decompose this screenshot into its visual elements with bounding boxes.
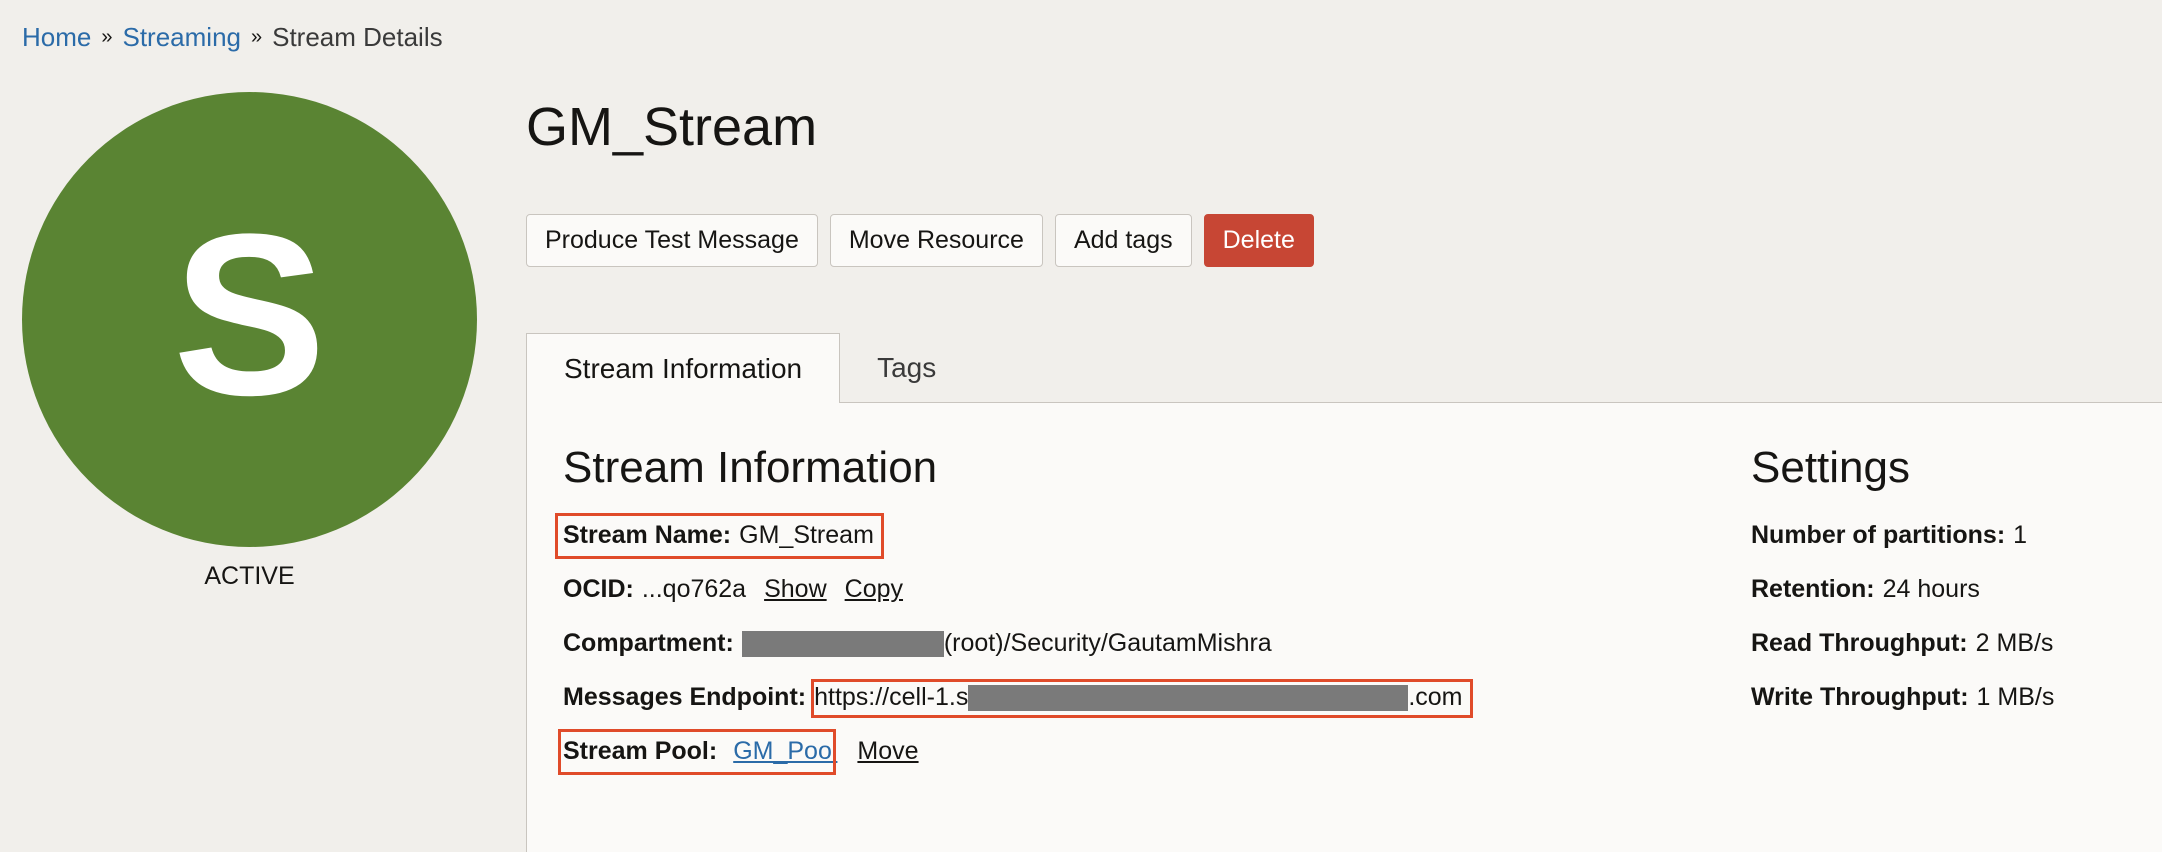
partitions-value: 1 (2013, 521, 2028, 549)
compartment-value: (root)/Security/GautamMishra (943, 629, 1272, 657)
partitions-label: Number of partitions: (1751, 521, 2006, 549)
move-resource-button[interactable]: Move Resource (829, 214, 1043, 267)
tab-tags[interactable]: Tags (840, 333, 973, 403)
tab-stream-information[interactable]: Stream Information (526, 333, 841, 404)
breadcrumb-separator: » (250, 26, 263, 48)
page-title: GM_Stream (526, 97, 818, 157)
compartment-row: Compartment: (root)/Security/GautamMishr… (563, 629, 1272, 658)
breadcrumb: Home » Streaming » Stream Details (22, 22, 443, 53)
write-throughput-value: 1 MB/s (1976, 683, 2055, 711)
retention-value: 24 hours (1882, 575, 1980, 603)
stream-information-heading: Stream Information (563, 443, 938, 492)
ocid-copy-link[interactable]: Copy (845, 575, 903, 604)
produce-test-message-button[interactable]: Produce Test Message (526, 214, 818, 267)
status-label: ACTIVE (204, 562, 295, 590)
ocid-value: ...qo762a (641, 575, 747, 603)
retention-row: Retention: 24 hours (1751, 575, 1980, 604)
settings-heading: Settings (1751, 443, 1910, 492)
add-tags-button[interactable]: Add tags (1054, 214, 1192, 267)
breadcrumb-home-link[interactable]: Home (22, 22, 91, 53)
read-throughput-value: 2 MB/s (1975, 629, 2054, 657)
stream-name-highlight-box (555, 513, 884, 559)
ocid-show-link[interactable]: Show (764, 575, 827, 604)
stream-pool-move-link[interactable]: Move (857, 737, 918, 766)
redacted-block (741, 630, 944, 657)
compartment-label: Compartment: (563, 629, 734, 657)
stream-pool-highlight-box (558, 729, 836, 775)
action-toolbar: Produce Test Message Move Resource Add t… (526, 214, 1314, 267)
endpoint-highlight-box (811, 679, 1473, 718)
messages-endpoint-label: Messages Endpoint: (563, 683, 807, 711)
read-throughput-label: Read Throughput: (1751, 629, 1968, 657)
retention-label: Retention: (1751, 575, 1875, 603)
resource-avatar: S (22, 92, 477, 547)
write-throughput-row: Write Throughput: 1 MB/s (1751, 683, 2054, 712)
breadcrumb-streaming-link[interactable]: Streaming (122, 22, 241, 53)
ocid-label: OCID: (563, 575, 634, 603)
breadcrumb-separator: » (101, 26, 113, 48)
read-throughput-row: Read Throughput: 2 MB/s (1751, 629, 2053, 658)
breadcrumb-current: Stream Details (272, 22, 443, 52)
write-throughput-label: Write Throughput: (1751, 683, 1969, 711)
partitions-row: Number of partitions: 1 (1751, 521, 2027, 550)
avatar-letter: S (172, 185, 327, 443)
delete-button[interactable]: Delete (1203, 214, 1314, 267)
stream-information-panel: Stream Information Stream Name: GM_Strea… (526, 403, 2162, 852)
tab-bar: Stream Information Tags (526, 333, 2162, 404)
ocid-row: OCID: ...qo762a Show Copy (563, 575, 903, 604)
